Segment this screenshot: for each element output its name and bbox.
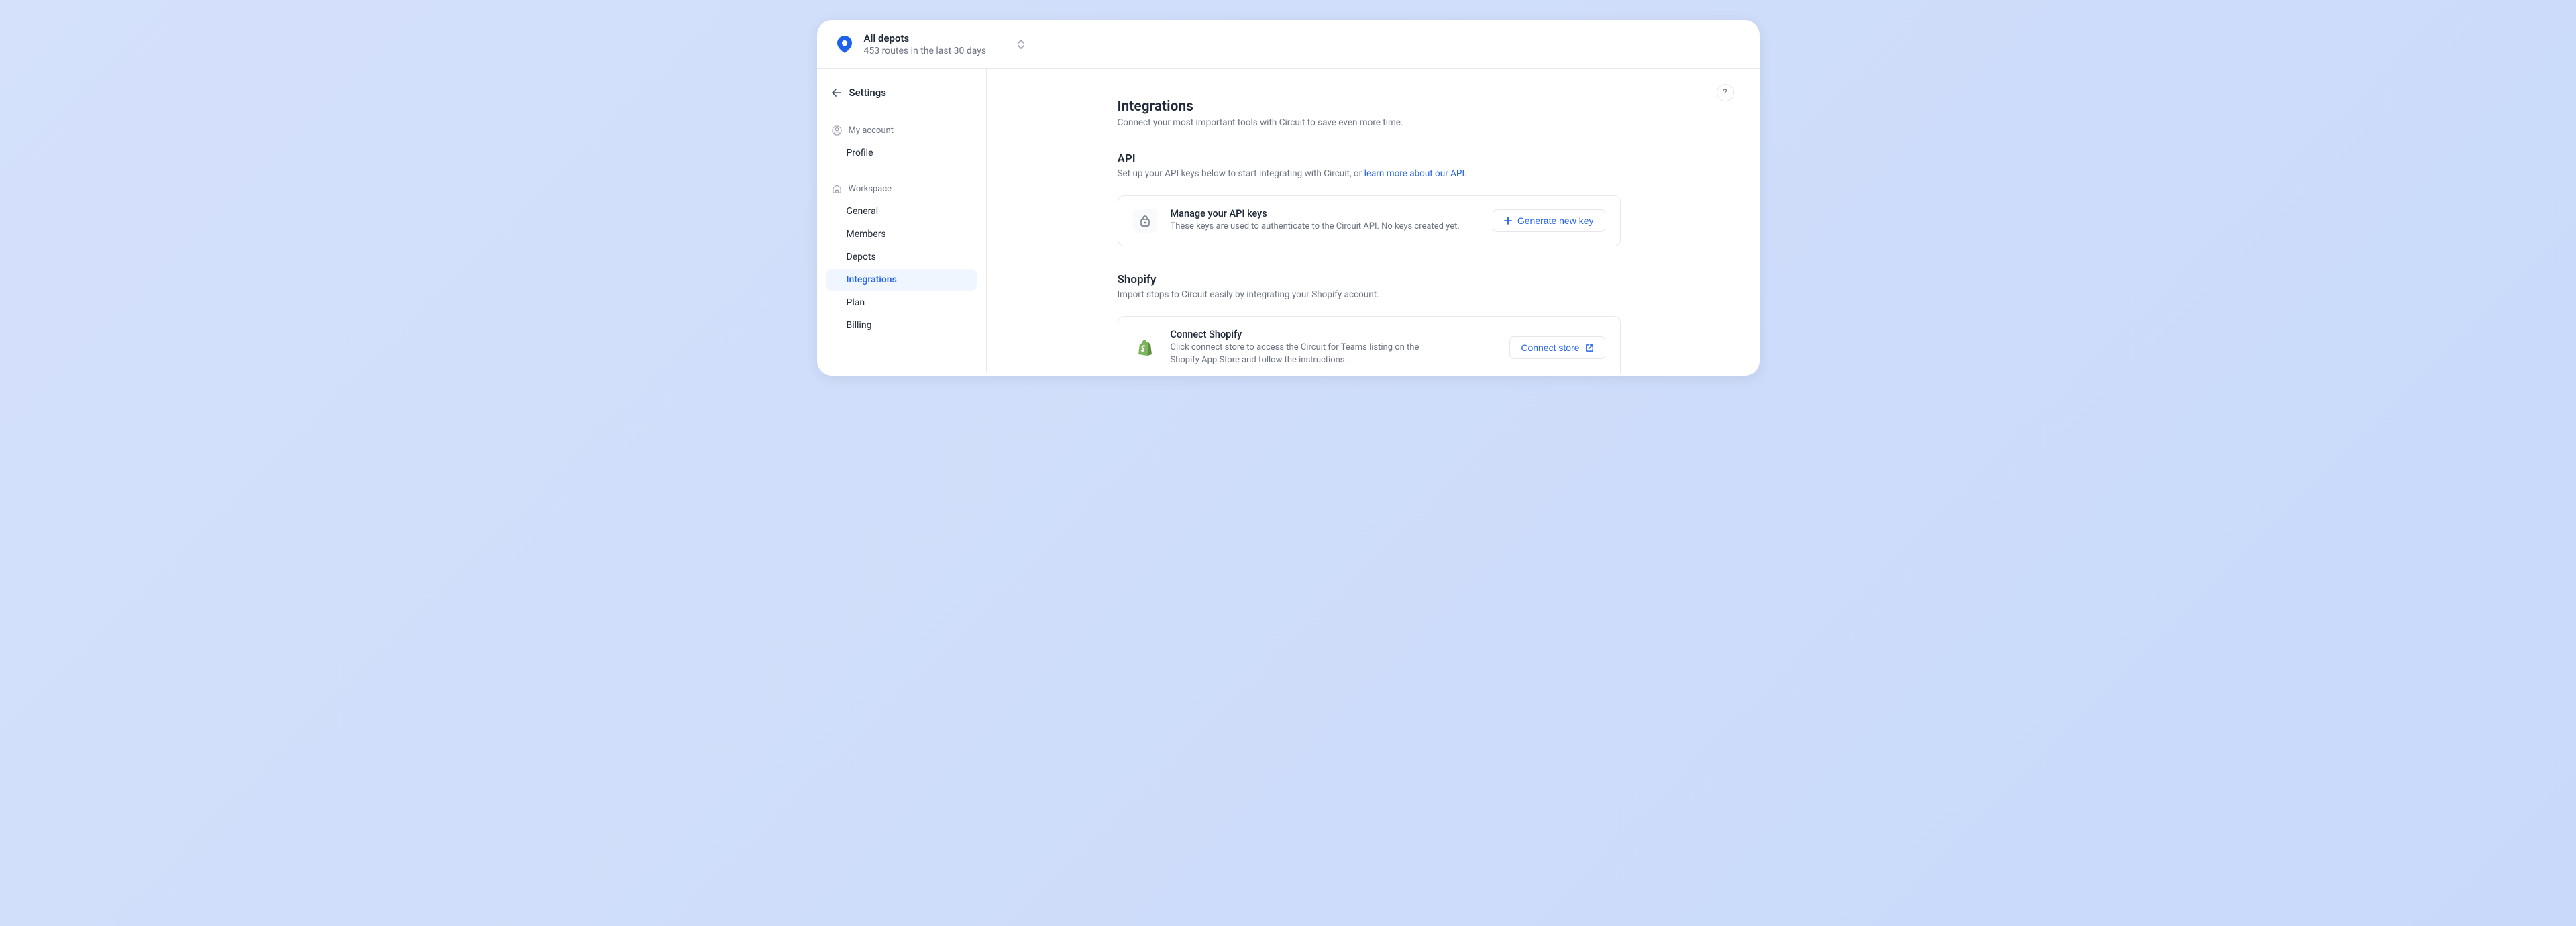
api-desc-prefix: Set up your API keys below to start inte…: [1118, 168, 1364, 179]
section-label-workspace: Workspace: [849, 184, 892, 194]
header-bar: All depots 453 routes in the last 30 day…: [817, 20, 1760, 69]
sidebar-item-billing[interactable]: Billing: [826, 315, 977, 336]
body-area: Settings My account Profile Works: [817, 69, 1760, 373]
sidebar-item-members[interactable]: Members: [826, 223, 977, 245]
api-description: Set up your API keys below to start inte…: [1118, 168, 1621, 179]
api-card-desc: These keys are used to authenticate to t…: [1171, 221, 1479, 234]
app-window: All depots 453 routes in the last 30 day…: [817, 20, 1760, 376]
generate-key-label: Generate new key: [1517, 215, 1594, 226]
generate-key-button[interactable]: Generate new key: [1493, 209, 1605, 232]
settings-back-button[interactable]: Settings: [826, 83, 977, 103]
depot-title: All depots: [864, 32, 987, 44]
depot-pin-icon: [836, 36, 853, 53]
sidebar-item-profile[interactable]: Profile: [826, 142, 977, 164]
depot-selector[interactable]: All depots 453 routes in the last 30 day…: [864, 32, 987, 56]
external-link-icon: [1585, 344, 1594, 352]
depot-subtitle: 453 routes in the last 30 days: [864, 46, 987, 56]
shopify-card-content: Connect Shopify Click connect store to a…: [1171, 329, 1497, 367]
content-wrapper: Integrations Connect your most important…: [1118, 99, 1621, 373]
api-keys-card: Manage your API keys These keys are used…: [1118, 195, 1621, 246]
connect-store-button[interactable]: Connect store: [1509, 336, 1605, 359]
section-header-workspace: Workspace: [826, 180, 977, 198]
shopify-card: Connect Shopify Click connect store to a…: [1118, 316, 1621, 373]
shopify-icon: [1133, 336, 1157, 360]
page-subtitle: Connect your most important tools with C…: [1118, 117, 1621, 128]
sidebar-item-plan[interactable]: Plan: [826, 292, 977, 313]
nav-section-account: My account Profile: [826, 121, 977, 164]
nav-section-workspace: Workspace General Members Depots Integra…: [826, 180, 977, 336]
user-icon: [832, 125, 842, 136]
api-card-title: Manage your API keys: [1171, 208, 1479, 219]
plus-icon: [1504, 217, 1512, 225]
shopify-card-desc: Click connect store to access the Circui…: [1171, 342, 1426, 367]
main-content: ? Integrations Connect your most importa…: [987, 69, 1760, 373]
arrow-left-icon: [832, 89, 841, 97]
section-header-account: My account: [826, 121, 977, 140]
page-title: Integrations: [1118, 99, 1621, 115]
sidebar-item-general[interactable]: General: [826, 201, 977, 222]
api-card-content: Manage your API keys These keys are used…: [1171, 208, 1479, 234]
help-button[interactable]: ?: [1717, 84, 1734, 101]
help-icon-label: ?: [1723, 88, 1727, 98]
connect-store-label: Connect store: [1521, 342, 1579, 353]
building-icon: [832, 184, 842, 194]
sidebar-item-integrations[interactable]: Integrations: [826, 269, 977, 291]
sidebar-item-depots[interactable]: Depots: [826, 246, 977, 268]
settings-back-label: Settings: [849, 87, 887, 99]
section-label-account: My account: [849, 125, 894, 136]
api-desc-suffix: .: [1464, 168, 1467, 179]
shopify-heading: Shopify: [1118, 273, 1621, 287]
shopify-card-title: Connect Shopify: [1171, 329, 1497, 340]
api-learn-more-link[interactable]: learn more about our API: [1364, 168, 1465, 179]
sidebar: Settings My account Profile Works: [817, 69, 987, 373]
lock-icon: [1133, 209, 1157, 233]
api-heading: API: [1118, 152, 1621, 166]
chevron-updown-icon[interactable]: [1017, 40, 1025, 49]
shopify-description: Import stops to Circuit easily by integr…: [1118, 289, 1621, 300]
